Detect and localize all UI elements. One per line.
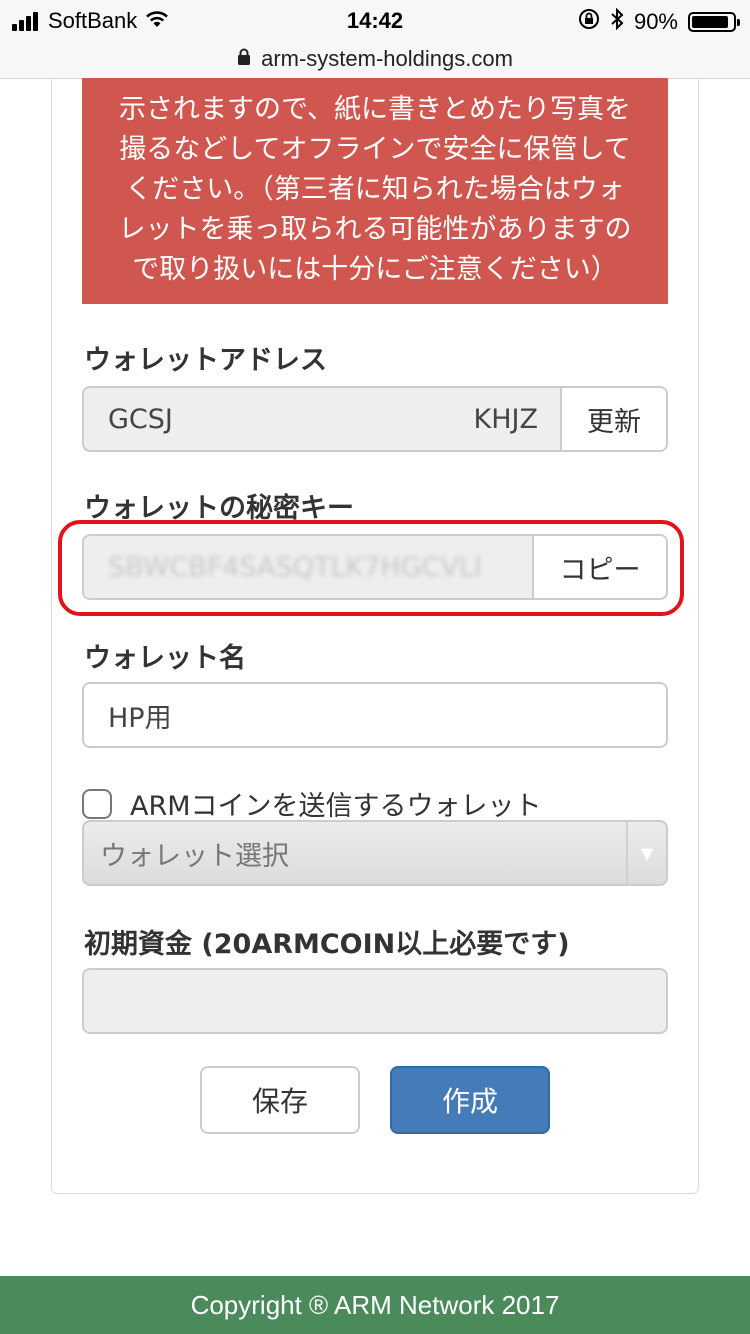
rotation-lock-icon [578, 8, 600, 36]
status-bar: SoftBank 14:42 90% [0, 0, 750, 40]
warning-line: 示されますので、紙に書きとめたり写真を [119, 94, 631, 125]
chevron-down-icon: ▼ [626, 822, 666, 884]
wallet-address-value-start: GCSJ [108, 403, 173, 435]
warning-alert: 示されますので、紙に書きとめたり写真を 撮るなどしてオフラインで安全に保管して … [82, 78, 668, 304]
wallet-select-value: ウォレット選択 [100, 840, 289, 872]
initial-funds-label: 初期資金 (20ARMCOIN以上必要です) [84, 929, 570, 960]
lock-icon [237, 46, 251, 72]
send-wallet-checkbox-label: ARMコインを送信するウォレット [130, 791, 542, 822]
wallet-name-input[interactable]: HP用 [82, 682, 668, 748]
battery-fill [692, 16, 728, 28]
footer: Copyright ® ARM Network 2017 [0, 1276, 750, 1334]
wallet-address-input[interactable]: GCSJ KHJZ [84, 388, 560, 450]
save-button[interactable]: 保存 [200, 1066, 360, 1134]
wallet-address-group: GCSJ KHJZ 更新 [82, 386, 668, 452]
send-wallet-row: ARMコインを送信するウォレット [82, 784, 542, 823]
wallet-select[interactable]: ウォレット選択 ▼ [82, 820, 668, 886]
create-button[interactable]: 作成 [390, 1066, 550, 1134]
highlight-annotation [58, 520, 684, 616]
url-bar[interactable]: arm-system-holdings.com [0, 40, 750, 79]
battery-percent: 90% [633, 9, 678, 34]
bluetooth-icon [610, 7, 624, 36]
copyright-text: Copyright ® ARM Network 2017 [190, 1289, 560, 1320]
initial-funds-input[interactable] [82, 968, 668, 1034]
wallet-address-value-end: KHJZ [473, 403, 538, 435]
warning-line: ください。（第三者に知られた場合はウォ [125, 174, 625, 205]
send-wallet-checkbox[interactable] [82, 788, 112, 819]
status-right: 90% [568, 7, 740, 36]
refresh-button[interactable]: 更新 [560, 388, 666, 450]
warning-line: 撮るなどしてオフラインで安全に保管して [119, 134, 631, 165]
wallet-name-label: ウォレット名 [84, 643, 246, 674]
wallet-address-label: ウォレットアドレス [84, 345, 327, 376]
battery-icon [688, 12, 740, 32]
url-text: arm-system-holdings.com [261, 46, 513, 71]
warning-line: で取り扱いには十分にご注意ください） [132, 254, 618, 285]
warning-line: レットを乗っ取られる可能性がありますの [118, 214, 632, 245]
